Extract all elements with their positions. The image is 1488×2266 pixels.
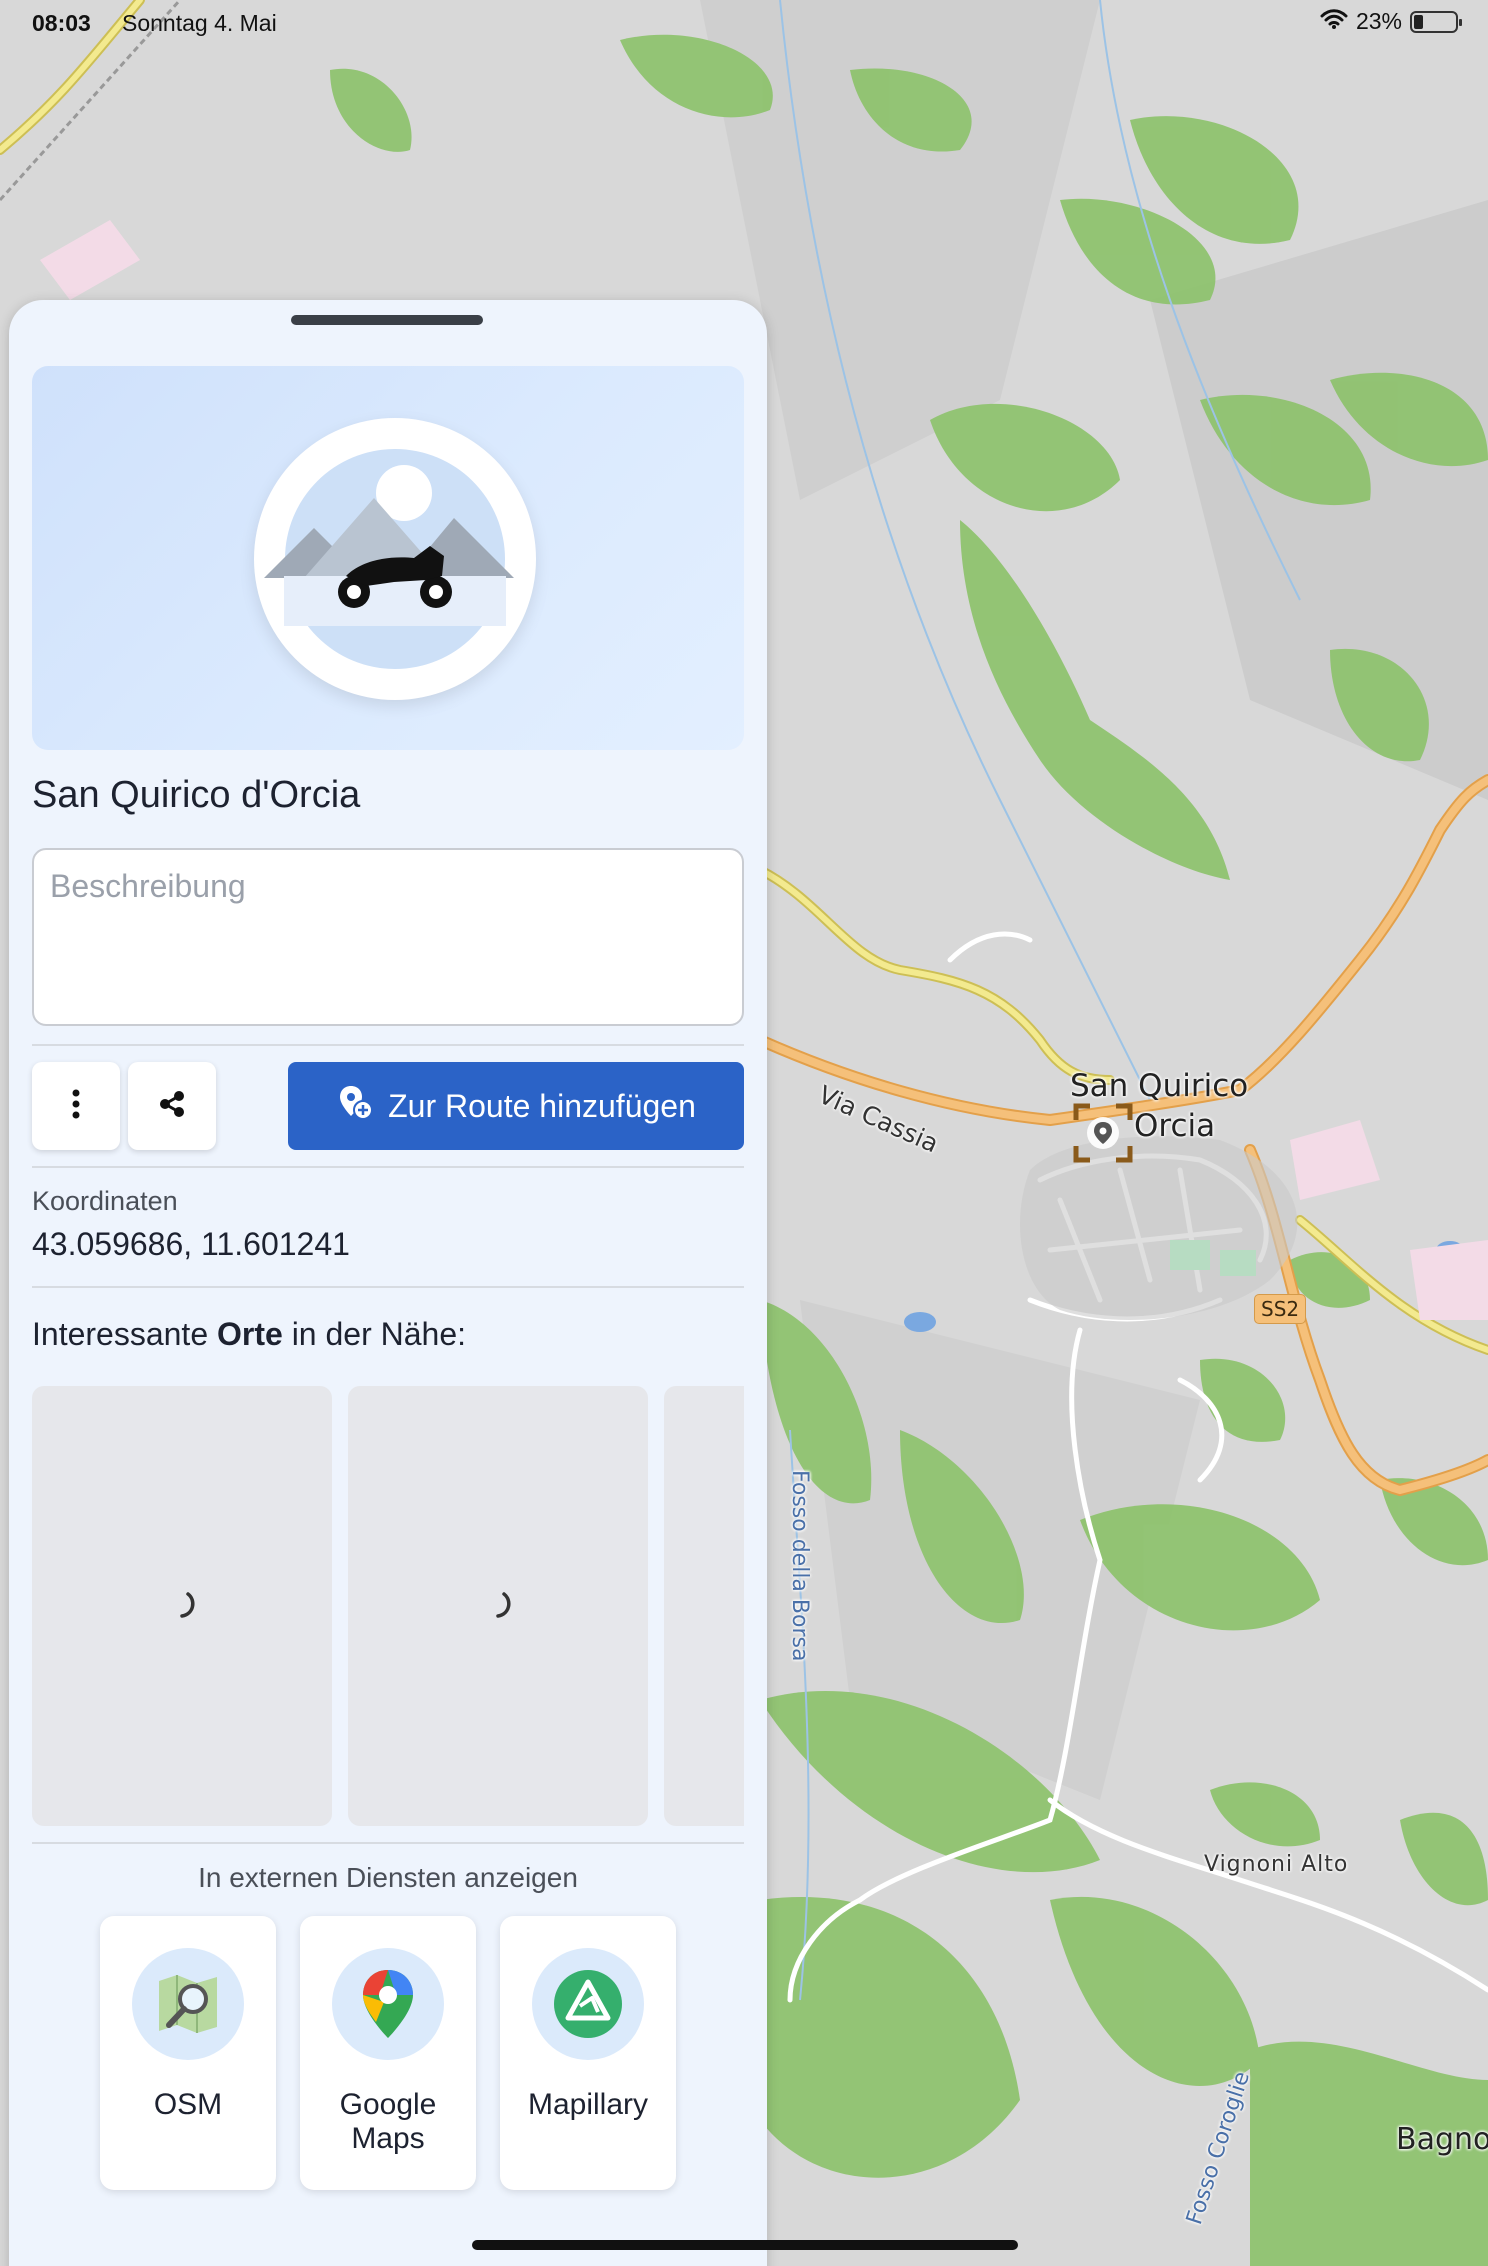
battery-percent: 23% xyxy=(1355,8,1402,34)
motorcycle-placeholder-icon xyxy=(254,418,536,700)
nearby-place-card[interactable] xyxy=(348,1386,648,1826)
home-indicator[interactable] xyxy=(472,2240,1018,2250)
loading-spinner-icon xyxy=(180,1592,195,1618)
osm-icon xyxy=(132,1948,244,2060)
loading-spinner-icon xyxy=(496,1592,511,1618)
divider xyxy=(32,1166,744,1168)
map-label-town-2[interactable]: Orcia xyxy=(1134,1108,1215,1144)
google-maps-button[interactable]: Google Maps xyxy=(300,1916,476,2190)
nearby-place-card[interactable] xyxy=(664,1386,744,1826)
coordinates-label: Koordinaten xyxy=(32,1186,178,1216)
google-maps-icon xyxy=(332,1948,444,2060)
nearby-suffix: in der Nähe: xyxy=(282,1316,467,1352)
osm-button[interactable]: OSM xyxy=(100,1916,276,2190)
map-label-bagno: Bagno xyxy=(1396,2122,1488,2157)
more-vertical-icon xyxy=(71,1089,81,1124)
coordinates-value[interactable]: 43.059686, 11.601241 xyxy=(32,1226,350,1263)
sheet-grabber[interactable] xyxy=(291,315,483,325)
map-label-vignoni-alto: Vignoni Alto xyxy=(1204,1852,1349,1877)
description-field[interactable]: Beschreibung xyxy=(32,848,744,1026)
status-time: 08:03 xyxy=(32,10,91,36)
map-label-town-1[interactable]: San Quirico xyxy=(1070,1068,1248,1104)
nearby-heading: Interessante Orte in der Nähe: xyxy=(32,1316,466,1353)
location-marker[interactable] xyxy=(1072,1102,1134,1164)
mapillary-button[interactable]: Mapillary xyxy=(500,1916,676,2190)
nearby-prefix: Interessante xyxy=(32,1316,217,1352)
description-placeholder: Beschreibung xyxy=(50,868,246,904)
nearby-place-card[interactable] xyxy=(32,1386,332,1826)
google-maps-label: Google Maps xyxy=(339,2088,437,2155)
nearby-bold: Orte xyxy=(217,1316,283,1352)
add-location-icon xyxy=(336,1083,374,1129)
nearby-places-carousel[interactable] xyxy=(32,1386,744,1826)
divider xyxy=(32,1286,744,1288)
status-date: Sonntag 4. Mai xyxy=(122,10,277,36)
place-title: San Quirico d'Orcia xyxy=(32,774,361,816)
mapillary-label: Mapillary xyxy=(527,2088,649,2121)
share-icon xyxy=(157,1089,187,1124)
battery-icon xyxy=(1410,10,1462,33)
status-bar: 08:03 Sonntag 4. Mai 23% xyxy=(0,0,1488,48)
external-services-title: In externen Diensten anzeigen xyxy=(198,1862,578,1893)
divider xyxy=(32,1842,744,1844)
place-detail-sheet: San Quirico d'Orcia Beschreibung Zur Rou… xyxy=(9,300,767,2266)
more-options-button[interactable] xyxy=(32,1062,120,1150)
divider xyxy=(32,1044,744,1046)
add-to-route-label: Zur Route hinzufügen xyxy=(388,1087,696,1124)
place-hero-image xyxy=(32,366,744,750)
status-right: 23% xyxy=(1320,8,1462,35)
share-button[interactable] xyxy=(128,1062,216,1150)
add-to-route-button[interactable]: Zur Route hinzufügen xyxy=(288,1062,744,1150)
map-label-fosso-borsa: Fosso della Borsa xyxy=(787,1470,812,1662)
osm-label: OSM xyxy=(153,2088,223,2121)
wifi-icon xyxy=(1320,8,1348,35)
map-label-ss2: SS2 xyxy=(1254,1294,1307,1324)
mapillary-icon xyxy=(532,1948,644,2060)
